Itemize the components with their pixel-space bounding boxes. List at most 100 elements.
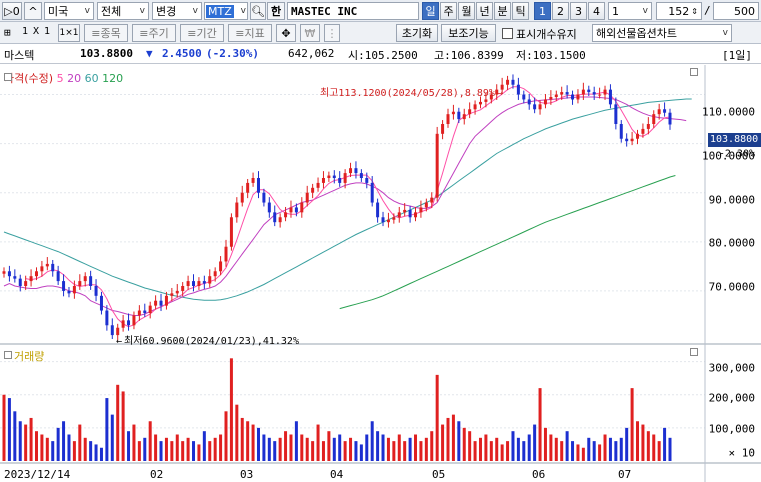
stock-korean-name: 마스텍	[4, 49, 35, 62]
won-icon[interactable]: ₩	[300, 24, 320, 42]
grid-icon[interactable]: ⊞	[4, 26, 11, 39]
volume-bar	[159, 441, 163, 461]
volume-bar	[560, 441, 564, 461]
x-tick-07: 07	[618, 468, 632, 481]
period-tick-button[interactable]: 틱	[512, 2, 529, 20]
more-icon[interactable]: ⋮	[324, 24, 340, 42]
total-count-field[interactable]: 500	[713, 2, 759, 20]
keep-count-checkbox[interactable]	[502, 28, 513, 39]
candle-body	[170, 293, 174, 296]
candle-body	[543, 99, 547, 105]
symbol-button[interactable]: ≡ 종목	[84, 24, 128, 42]
period-week-button[interactable]: 주	[440, 2, 457, 20]
panel-max-icon[interactable]	[690, 68, 698, 76]
volume-bar	[132, 424, 136, 461]
candle-body	[468, 109, 472, 115]
candle-body	[121, 320, 125, 328]
num-1-button[interactable]: 1	[534, 2, 551, 20]
reset-button[interactable]: 초기화	[396, 24, 438, 42]
volume-bar	[311, 441, 315, 461]
candle-body	[202, 281, 206, 284]
volume-bar	[468, 431, 472, 461]
volume-bar	[278, 437, 282, 461]
volume-bar	[392, 441, 396, 461]
count-stepper[interactable]: 152 ⇕	[656, 2, 702, 20]
ma120-legend: 120	[102, 72, 124, 85]
volume-bar	[34, 431, 38, 461]
candle-body	[625, 138, 629, 142]
candle-body	[305, 192, 309, 203]
search-icon[interactable]: 🔍︎	[250, 2, 266, 20]
prev-screen-button[interactable]: ▷0	[2, 2, 22, 20]
vol-unit: × 10	[728, 446, 756, 460]
candle-body	[646, 124, 650, 129]
layout-rows[interactable]: 1	[22, 26, 28, 37]
open-value: 시:105.2500	[348, 49, 418, 62]
volume-bar	[614, 441, 618, 461]
candle-body	[554, 94, 558, 97]
overseas-futures-select[interactable]: 해외선물옵션차트 v	[592, 24, 732, 42]
x-tick-04: 04	[330, 468, 344, 481]
candle-body	[316, 182, 320, 188]
volume-bar	[349, 437, 353, 461]
period-day-button[interactable]: 일	[422, 2, 439, 20]
volume-bar	[565, 431, 569, 461]
candle-body	[164, 295, 168, 306]
spin-arrows-icon: ⇕	[691, 6, 698, 16]
num-3-button[interactable]: 3	[570, 2, 587, 20]
num-4-button[interactable]: 4	[588, 2, 605, 20]
volume-bar	[62, 421, 66, 461]
volume-bar	[511, 431, 515, 461]
volume-bar	[430, 431, 434, 461]
candle-body	[13, 276, 17, 279]
korean-toggle-button[interactable]: 한	[267, 2, 285, 20]
volume-bar	[235, 404, 239, 461]
num-2-button[interactable]: 2	[552, 2, 569, 20]
interval-select[interactable]: 1v	[608, 2, 652, 20]
candle-body	[321, 178, 325, 183]
volume-bar	[538, 388, 542, 461]
period-minute-button[interactable]: 분	[494, 2, 511, 20]
cycle-button[interactable]: ≡ 주기	[132, 24, 176, 42]
volume-bar	[619, 437, 623, 461]
market-select[interactable]: 미국 v	[44, 2, 94, 20]
aux-function-button[interactable]: 보조기능	[441, 24, 496, 42]
ma20-legend: 20	[67, 72, 82, 85]
keep-count-label: 표시개수유지	[516, 28, 577, 41]
layout-cols[interactable]: 1	[44, 26, 50, 37]
symbol-input[interactable]: MTZ v	[204, 2, 248, 20]
volume-bar	[381, 434, 385, 461]
period-button[interactable]: ≡ 기간	[180, 24, 224, 42]
layout-1x1-button[interactable]: 1×1	[58, 24, 80, 42]
volume-bar	[500, 444, 504, 461]
candle-body	[560, 92, 564, 95]
scope-select[interactable]: 전체 v	[97, 2, 149, 20]
candle-body	[143, 310, 147, 313]
period-year-button[interactable]: 년	[476, 2, 493, 20]
candle-body	[473, 104, 477, 110]
candle-body	[289, 207, 293, 213]
price-chart[interactable]	[0, 65, 761, 482]
crosshair-icon[interactable]: ✥	[276, 24, 296, 42]
volume-bar	[240, 417, 244, 461]
panel-max-icon[interactable]	[690, 348, 698, 356]
current-pct-marker: -2.30%	[718, 148, 755, 160]
candle-body	[137, 310, 141, 316]
up-arrow-button[interactable]: ^	[24, 2, 42, 20]
high-value: 고:106.8399	[434, 49, 504, 62]
y-tick-110: 110.0000	[702, 105, 755, 119]
change-select[interactable]: 변경 v	[152, 2, 202, 20]
volume-bar	[7, 398, 11, 461]
low-value: 저:103.1500	[516, 49, 586, 62]
chevron-down-icon: v	[139, 6, 145, 16]
volume-bar	[137, 441, 141, 461]
chevron-down-icon: v	[642, 6, 648, 16]
candle-body	[516, 84, 520, 95]
candle-body	[262, 192, 266, 203]
grid-lines	[0, 94, 705, 429]
period-month-button[interactable]: 월	[458, 2, 475, 20]
volume-bar	[462, 427, 466, 461]
indicator-button[interactable]: ≡ 지표	[228, 24, 272, 42]
x-tick-05: 05	[432, 468, 446, 481]
candle-body	[256, 178, 260, 193]
